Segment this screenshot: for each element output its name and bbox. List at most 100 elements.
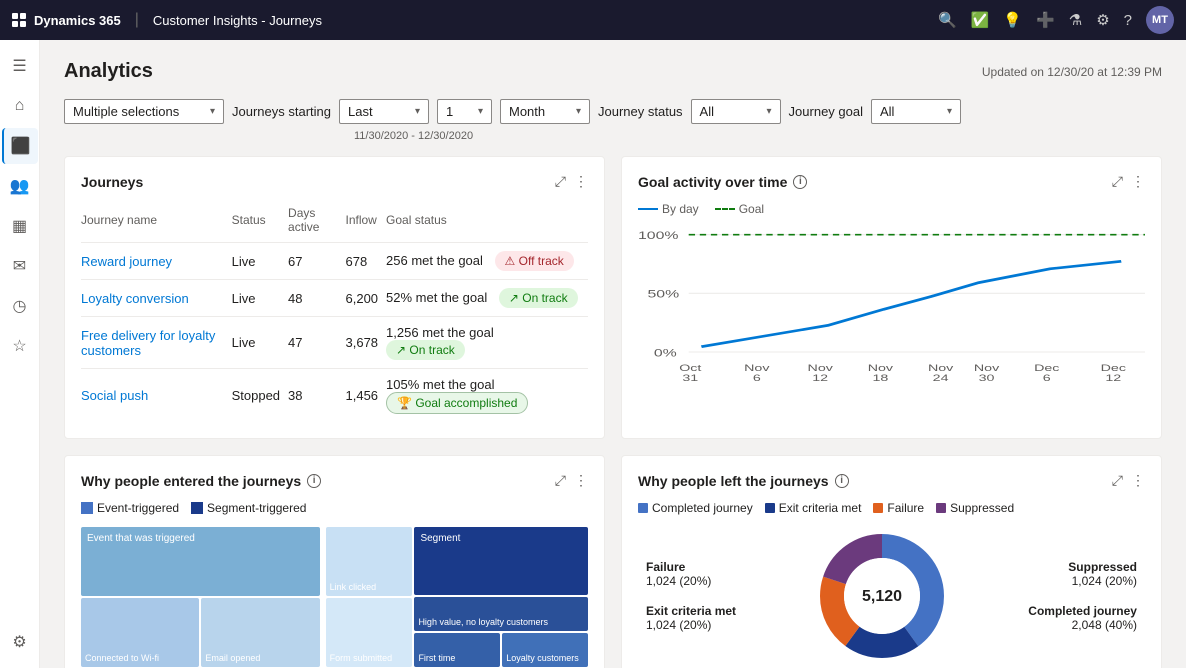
journey-name[interactable]: Free delivery for loyalty customers <box>81 317 232 369</box>
table-row: Reward journey Live 67 678 256 met the g… <box>81 243 588 280</box>
journey-selection-dropdown[interactable]: Multiple selections ▾ <box>64 99 224 124</box>
journeys-card-title: Journeys <box>81 174 143 190</box>
sidebar-item-table[interactable]: ▦ <box>2 208 38 244</box>
app-logo[interactable]: Dynamics 365 <box>12 13 121 28</box>
goal-activity-info-icon[interactable]: i <box>793 175 807 189</box>
why-entered-info-icon[interactable]: i <box>307 474 321 488</box>
expand-icon[interactable]: ⤢ <box>1112 173 1123 190</box>
goal-activity-chart: 100% 50% 0% Oct 31 Nov 6 Nov 12 <box>638 224 1145 384</box>
journeys-card-header: Journeys ⤢ ⋮ <box>81 173 588 190</box>
legend-completed: Completed journey <box>638 501 753 515</box>
app-module-title: Customer Insights - Journeys <box>153 13 322 28</box>
expand-icon[interactable]: ⤢ <box>1112 472 1123 489</box>
period-dropdown[interactable]: Month ▾ <box>500 99 590 124</box>
legend-segment-triggered: Segment-triggered <box>191 501 306 515</box>
failure-square <box>873 503 883 513</box>
status-badge: ↗ On track <box>499 288 578 308</box>
sidebar-item-people[interactable]: 👥 <box>2 168 38 204</box>
svg-text:5,120: 5,120 <box>862 588 902 605</box>
user-avatar[interactable]: MT <box>1146 6 1174 34</box>
why-entered-header: Why people entered the journeys i ⤢ ⋮ <box>81 472 588 489</box>
help-icon[interactable]: ? <box>1124 12 1132 29</box>
journeys-card-actions: ⤢ ⋮ <box>555 173 588 190</box>
chevron-down-icon: ▾ <box>478 106 483 117</box>
check-icon[interactable]: ✅ <box>971 11 990 29</box>
col-status: Status <box>232 202 288 243</box>
svg-text:30: 30 <box>979 372 995 383</box>
topnav-actions: 🔍 ✅ 💡 ➕ ⚗ ⚙ ? MT <box>938 6 1174 34</box>
journey-status: Live <box>232 243 288 280</box>
journey-status-dropdown[interactable]: All ▾ <box>691 99 781 124</box>
suppressed-square <box>936 503 946 513</box>
treemap-cell-email: Email opened <box>201 598 319 667</box>
why-left-card: Why people left the journeys i ⤢ ⋮ Compl… <box>621 455 1162 668</box>
journey-name[interactable]: Social push <box>81 369 232 423</box>
journey-status: Live <box>232 317 288 369</box>
status-badge: ↗ On track <box>386 340 465 360</box>
legend-exit-criteria: Exit criteria met <box>765 501 862 515</box>
more-options-icon[interactable]: ⋮ <box>574 472 588 489</box>
sidebar-item-settings[interactable]: ⚙ <box>2 624 38 660</box>
journey-name[interactable]: Reward journey <box>81 243 232 280</box>
expand-icon[interactable]: ⤢ <box>555 472 566 489</box>
more-options-icon[interactable]: ⋮ <box>1131 173 1145 190</box>
sidebar-item-home[interactable]: ⌂ <box>2 88 38 124</box>
journey-days-active: 38 <box>288 369 345 423</box>
journey-goal-status: 1,256 met the goal ↗ On track <box>386 317 588 369</box>
table-row: Free delivery for loyalty customers Live… <box>81 317 588 369</box>
add-icon[interactable]: ➕ <box>1036 11 1055 29</box>
journey-status: Live <box>232 280 288 317</box>
journey-inflow: 6,200 <box>346 280 387 317</box>
sidebar-item-analytics[interactable]: ⬛ <box>2 128 38 164</box>
chevron-down-icon: ▾ <box>947 106 952 117</box>
completed-square <box>638 503 648 513</box>
journey-inflow: 678 <box>346 243 387 280</box>
failure-label: Failure 1,024 (20%) <box>646 560 736 588</box>
status-badge: ⚠ Off track <box>495 251 574 271</box>
sidebar-item-menu[interactable]: ☰ <box>2 48 38 84</box>
journey-goal-label: Journey goal <box>789 104 863 119</box>
filter-icon[interactable]: ⚗ <box>1069 11 1082 29</box>
svg-text:31: 31 <box>682 372 698 383</box>
main-cards-row: Journeys ⤢ ⋮ Journey name Status Days <box>64 156 1162 439</box>
donut-right-labels: Suppressed 1,024 (20%) Completed journey… <box>1028 560 1137 632</box>
event-triggered-dot <box>81 502 93 514</box>
why-left-legend: Completed journey Exit criteria met Fail… <box>638 501 1145 515</box>
status-badge: 🏆 Goal accomplished <box>386 392 528 414</box>
sidebar-item-clock[interactable]: ◷ <box>2 288 38 324</box>
more-options-icon[interactable]: ⋮ <box>574 173 588 190</box>
settings-icon[interactable]: ⚙ <box>1096 11 1109 29</box>
sidebar-item-star[interactable]: ☆ <box>2 328 38 364</box>
treemap-cell-form: Form submitted <box>326 598 413 667</box>
num-dropdown[interactable]: 1 ▾ <box>437 99 492 124</box>
chevron-down-icon: ▾ <box>767 106 772 117</box>
suppressed-label: Suppressed 1,024 (20%) <box>1028 560 1137 588</box>
treemap-cell-event-triggered: Event that was triggered <box>81 527 320 596</box>
sidebar-item-message[interactable]: ✉ <box>2 248 38 284</box>
legend-goal-line <box>715 208 735 210</box>
svg-text:0%: 0% <box>654 347 677 359</box>
svg-text:6: 6 <box>1043 372 1051 383</box>
chevron-down-icon: ▾ <box>576 106 581 117</box>
col-goal-status: Goal status <box>386 202 588 243</box>
col-inflow: Inflow <box>346 202 387 243</box>
grid-icon <box>12 13 26 27</box>
svg-text:50%: 50% <box>648 288 680 300</box>
why-left-info-icon[interactable]: i <box>835 474 849 488</box>
more-options-icon[interactable]: ⋮ <box>1131 472 1145 489</box>
page-title: Analytics <box>64 60 153 83</box>
why-entered-title: Why people entered the journeys i <box>81 473 321 489</box>
last-dropdown[interactable]: Last ▾ <box>339 99 429 124</box>
app-name: Dynamics 365 <box>34 13 121 28</box>
journey-goal-status: 105% met the goal 🏆 Goal accomplished <box>386 369 588 423</box>
journey-status: Stopped <box>232 369 288 423</box>
journey-name[interactable]: Loyalty conversion <box>81 280 232 317</box>
expand-icon[interactable]: ⤢ <box>555 173 566 190</box>
legend-byday: By day <box>638 202 699 216</box>
svg-text:100%: 100% <box>638 229 679 241</box>
main-content: Analytics Updated on 12/30/20 at 12:39 P… <box>40 40 1186 668</box>
journey-goal-dropdown[interactable]: All ▾ <box>871 99 961 124</box>
lightbulb-icon[interactable]: 💡 <box>1003 11 1022 29</box>
journey-goal-status: 52% met the goal ↗ On track <box>386 280 588 317</box>
search-icon[interactable]: 🔍 <box>938 11 957 29</box>
